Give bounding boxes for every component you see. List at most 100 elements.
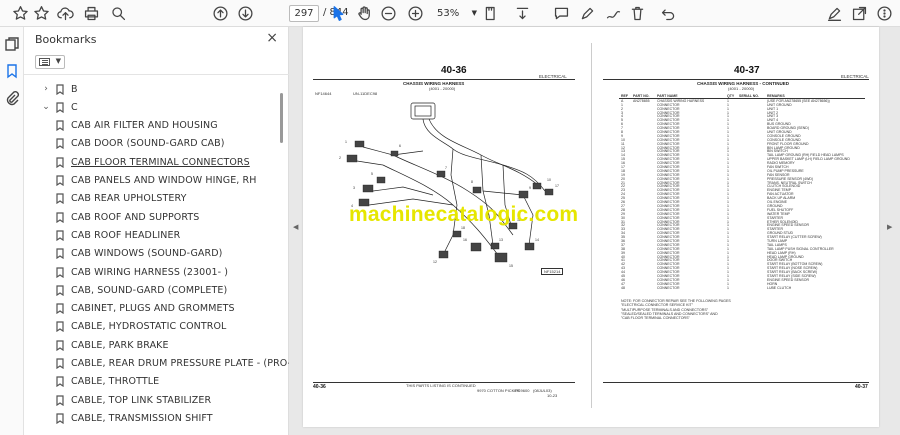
left-page-number: 40-36 xyxy=(441,65,467,76)
scrollbar[interactable] xyxy=(280,93,283,143)
bookmark-options-button[interactable]: ▼ xyxy=(35,55,65,69)
bookmark-label: CAB ROOF AND SUPPORTS xyxy=(71,211,200,223)
bookmark-icon xyxy=(56,157,64,168)
bookmark-label: CAB FLOOR TERMINAL CONNECTORS xyxy=(71,156,250,168)
open-external-icon[interactable] xyxy=(849,3,869,23)
bookmark-icon xyxy=(56,211,64,223)
prev-page-arrow-icon[interactable]: ◀ xyxy=(293,223,298,231)
svg-text:15: 15 xyxy=(509,264,513,268)
draw-icon[interactable] xyxy=(603,3,623,23)
table-cell: 48 xyxy=(621,285,625,290)
undo-icon[interactable] xyxy=(658,3,678,23)
svg-text:13: 13 xyxy=(499,238,503,242)
svg-text:12: 12 xyxy=(433,260,437,264)
chevron-right-icon[interactable]: › xyxy=(41,84,51,94)
bookmark-star-icon[interactable] xyxy=(10,3,30,23)
attachments-icon[interactable] xyxy=(4,90,20,106)
star-icon[interactable] xyxy=(31,3,51,23)
upload-cloud-icon[interactable] xyxy=(55,3,75,23)
divider xyxy=(24,74,289,75)
bookmark-item[interactable]: CAB WINDOWS (SOUND-GARD) xyxy=(56,245,222,263)
left-footer-page: 40-36 xyxy=(313,384,326,390)
page-down-icon[interactable] xyxy=(235,3,255,23)
print-icon[interactable] xyxy=(81,3,101,23)
chevron-down-icon[interactable]: ⌄ xyxy=(41,102,51,112)
bookmark-item[interactable]: CABLE, TRANSMISSION SHIFT xyxy=(56,409,213,427)
bookmark-icon xyxy=(56,138,64,150)
right-page-number: 40-37 xyxy=(734,65,760,76)
bookmark-item[interactable]: CABINET, PLUGS AND GROMMETS xyxy=(56,300,235,318)
delete-icon[interactable] xyxy=(627,3,647,23)
svg-text:6: 6 xyxy=(399,144,401,148)
bookmark-item[interactable]: CABLE, PARK BRAKE xyxy=(56,336,169,354)
hand-tool-icon[interactable] xyxy=(354,3,374,23)
bookmark-icon xyxy=(56,358,64,370)
continued-note: THIS PARTS LISTING IS CONTINUED xyxy=(406,383,476,388)
footer-model: 9970 COTTON PICKER xyxy=(477,388,520,393)
comment-icon[interactable] xyxy=(551,3,571,23)
page-up-icon[interactable] xyxy=(210,3,230,23)
bookmark-item[interactable]: CABLE, REAR DRUM PRESSURE PLATE - (PRO-1… xyxy=(56,355,329,373)
right-footer-page: 40-37 xyxy=(855,384,868,390)
bookmark-label: CABINET, PLUGS AND GROMMETS xyxy=(71,303,235,315)
list-icon xyxy=(39,58,50,66)
highlight-pen-icon[interactable] xyxy=(577,3,597,23)
bookmark-item[interactable]: CABLE, THROTTLE xyxy=(56,373,159,391)
table-cell: 1 xyxy=(727,285,729,290)
next-page-arrow-icon[interactable]: ▶ xyxy=(887,223,892,231)
svg-text:1: 1 xyxy=(345,140,347,144)
more-options-icon[interactable] xyxy=(874,3,894,23)
bookmark-item[interactable]: CAB DOOR (SOUND-GARD CAB) xyxy=(56,135,225,153)
bookmark-label: CAB, SOUND-GARD (COMPLETE) xyxy=(71,284,228,296)
bookmark-label: CABLE, HYDROSTATIC CONTROL xyxy=(71,321,227,333)
search-icon[interactable] xyxy=(108,3,128,23)
zoom-out-icon[interactable] xyxy=(378,3,398,23)
bookmark-item[interactable]: CAB ROOF AND SUPPORTS xyxy=(56,208,199,226)
page-number-input[interactable]: 297 xyxy=(289,5,319,22)
close-icon[interactable]: × xyxy=(266,30,278,46)
page-layout-icon[interactable] xyxy=(481,3,501,23)
bookmarks-icon[interactable] xyxy=(4,63,20,79)
bookmark-item[interactable]: CABLE, TOP LINK STABILIZER xyxy=(56,391,211,409)
svg-text:3: 3 xyxy=(353,186,355,190)
bookmark-icon xyxy=(56,193,64,205)
right-subtitle: (4001 - 20000) xyxy=(728,86,755,91)
bookmark-item[interactable]: CABLE, HYDROSTATIC CONTROL xyxy=(56,318,226,336)
bookmark-label: CABLE, PARK BRAKE xyxy=(71,339,169,351)
bookmark-label: CABLE, THROTTLE xyxy=(71,376,160,388)
bookmark-item[interactable]: CAB, SOUND-GARD (COMPLETE) xyxy=(56,281,227,299)
bookmark-label: CAB PANELS AND WINDOW HINGE, RH xyxy=(71,175,257,186)
select-cursor-icon[interactable] xyxy=(328,3,348,23)
bookmark-item[interactable]: CAB WIRING HARNESS (23001- ) xyxy=(56,263,228,281)
bookmark-item[interactable]: CAB ROOF HEADLINER xyxy=(56,226,180,244)
svg-text:16: 16 xyxy=(463,238,467,242)
note-line: "CAB FLOOR TERMINAL CONNECTORS" xyxy=(621,316,690,321)
bookmark-item[interactable]: CAB AIR FILTER AND HOUSING xyxy=(56,117,218,135)
bookmark-item[interactable]: CAB FLOOR TERMINAL CONNECTORS xyxy=(56,153,250,171)
bookmark-icon xyxy=(56,120,64,132)
bookmark-label: CAB WIRING HARNESS (23001- ) xyxy=(71,266,229,278)
bookmark-item[interactable]: ⌄ C xyxy=(41,98,78,116)
sign-icon[interactable] xyxy=(824,3,844,23)
bookmark-icon xyxy=(56,102,64,113)
bookmark-item[interactable]: CAB PANELS AND WINDOW HINGE, RH xyxy=(56,172,257,190)
side-rail xyxy=(0,27,24,435)
svg-text:10: 10 xyxy=(547,178,551,182)
bookmarks-panel: Bookmarks × ▼ › B ⌄ C CAB AIR FILTER AND HOU… xyxy=(24,27,329,435)
svg-text:9: 9 xyxy=(529,186,531,190)
bookmark-label: C xyxy=(71,101,78,113)
zoom-in-icon[interactable] xyxy=(405,3,425,23)
download-icon[interactable] xyxy=(512,3,532,23)
bookmark-item[interactable]: CAB REAR UPHOLSTERY xyxy=(56,190,187,208)
svg-text:5: 5 xyxy=(371,172,373,176)
bookmark-icon xyxy=(56,266,64,278)
bookmark-item[interactable]: › B xyxy=(41,80,78,98)
document-viewer: ◀ ▶ 40-36 ELECTRICAL CHASSIS WIRING HARN… xyxy=(289,27,900,435)
bookmark-icon xyxy=(56,321,64,333)
bookmark-label: CAB DOOR (SOUND-GARD CAB) xyxy=(71,138,225,150)
thumbnails-icon[interactable] xyxy=(4,36,20,52)
repair-notes: NOTE: FOR CONNECTOR REPAIR SEE THE FOLLO… xyxy=(621,299,791,320)
zoom-select[interactable]: 53% ▼ xyxy=(433,5,479,22)
bookmark-label: CAB WINDOWS (SOUND-GARD) xyxy=(71,248,223,260)
bookmark-icon xyxy=(56,413,64,425)
